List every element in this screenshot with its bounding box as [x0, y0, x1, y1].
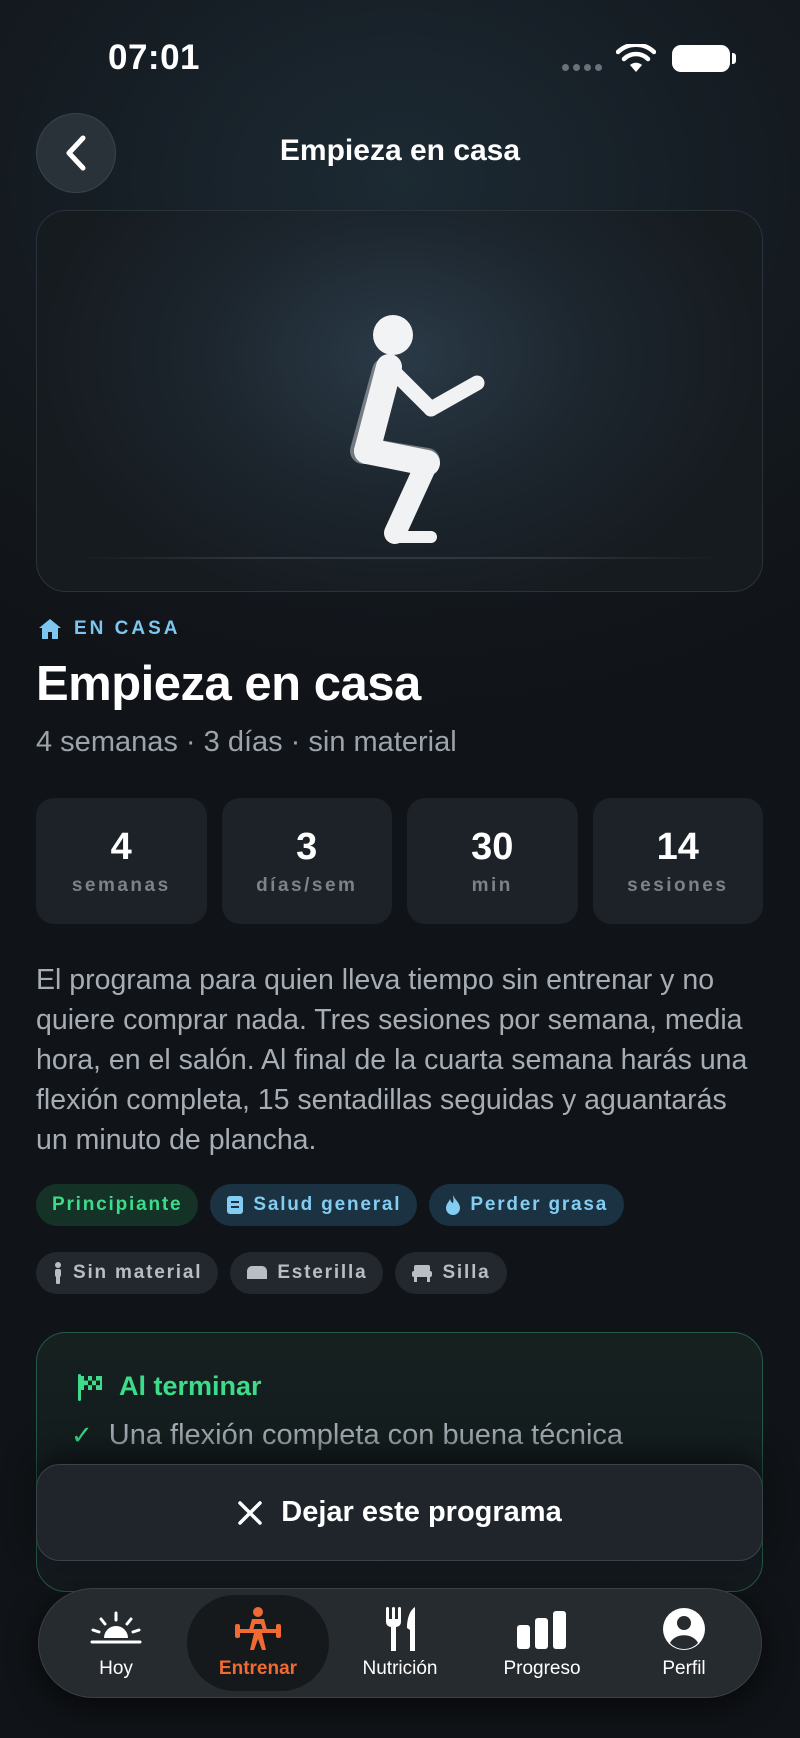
chip-goal-fat-loss: Perder grasa: [429, 1184, 625, 1226]
outcome-item: ✓ Una flexión completa con buena técnica: [71, 1419, 623, 1452]
exercise-animation: [36, 210, 763, 592]
stats-row: 4 semanas 3 días/sem 30 min 14 sesiones: [36, 798, 763, 924]
sunrise-icon: [90, 1611, 142, 1644]
stat-weeks: 4 semanas: [36, 798, 207, 924]
close-icon: [238, 1500, 263, 1525]
chip-label: Esterilla: [277, 1262, 368, 1283]
stat-unit: semanas: [71, 874, 171, 896]
leave-program-button[interactable]: Dejar este programa: [36, 1464, 763, 1561]
mat-icon: [247, 1266, 268, 1279]
tab-label: Entrenar: [218, 1658, 298, 1679]
status-time: 07:01: [108, 38, 201, 77]
fork-knife-icon: [386, 1607, 415, 1651]
tab-label: Hoy: [99, 1658, 133, 1679]
header-title: Empieza en casa: [279, 134, 521, 167]
leave-program-label: Dejar este programa: [281, 1496, 562, 1528]
stat-minutes: 30 min: [407, 798, 578, 924]
goal-chips: Principiante Salud general Perder grasa: [36, 1184, 625, 1226]
stat-value: 30: [471, 825, 514, 868]
program-title: Empieza en casa: [36, 657, 421, 711]
chip-label: Sin material: [73, 1262, 203, 1283]
checkmark-icon: ✓: [71, 1420, 93, 1450]
stat-days-per-week: 3 días/sem: [221, 798, 392, 924]
house-icon: [39, 619, 61, 639]
outcomes-heading-text: Al terminar: [119, 1371, 262, 1401]
stat-unit: min: [471, 874, 513, 896]
chip-mat: Esterilla: [230, 1252, 384, 1294]
category-tag: EN CASA: [38, 618, 181, 640]
person-standing-icon: [55, 1262, 61, 1284]
cellular-signal-icon: [562, 64, 602, 71]
tab-label: Perfil: [662, 1658, 706, 1679]
outcome-item-text: Una flexión completa con buena técnica: [108, 1419, 624, 1451]
chip-chair: Silla: [395, 1252, 507, 1294]
status-bar: 07:01: [0, 0, 800, 110]
battery-icon: [672, 45, 736, 72]
weightlifter-icon: [235, 1607, 281, 1650]
wifi-icon: [616, 44, 656, 72]
stat-value: 4: [110, 825, 132, 868]
chip-level: Principiante: [36, 1184, 199, 1226]
person-circle-icon: [663, 1608, 705, 1650]
equipment-chips: Sin material Esterilla Silla: [36, 1252, 507, 1294]
chip-label: Salud general: [253, 1194, 402, 1215]
program-subtitle: 4 semanas · 3 días · sin material: [36, 726, 457, 758]
tab-perfil[interactable]: Perfil: [613, 1595, 755, 1691]
chair-icon: [412, 1265, 433, 1282]
tab-bar: Hoy Entrenar Nutrición Progreso Perfil: [38, 1588, 762, 1698]
clipboard-icon: [227, 1196, 244, 1214]
stat-value: 14: [656, 825, 699, 868]
outcomes-heading: Al terminar: [75, 1371, 262, 1402]
squat-figure-illustration: [350, 315, 485, 544]
stat-unit: días/sem: [256, 874, 358, 896]
chip-goal-health: Salud general: [210, 1184, 418, 1226]
tab-hoy[interactable]: Hoy: [45, 1595, 187, 1691]
category-label: EN CASA: [74, 618, 181, 639]
stat-value: 3: [296, 825, 318, 868]
tab-nutricion[interactable]: Nutrición: [329, 1595, 471, 1691]
stat-unit: sesiones: [627, 874, 729, 896]
checkered-flag-icon: [78, 1373, 102, 1401]
tab-entrenar[interactable]: Entrenar: [187, 1595, 329, 1691]
bar-chart-icon: [517, 1611, 566, 1649]
tab-label: Progreso: [503, 1658, 581, 1679]
stat-sessions: 14 sesiones: [592, 798, 763, 924]
chip-no-equipment: Sin material: [36, 1252, 219, 1294]
tab-progreso[interactable]: Progreso: [471, 1595, 613, 1691]
tab-label: Nutrición: [362, 1658, 438, 1679]
flame-icon: [446, 1195, 461, 1215]
program-description: El programa para quien lleva tiempo sin …: [36, 964, 748, 1156]
chip-label: Silla: [442, 1262, 491, 1283]
chip-label: Perder grasa: [470, 1194, 609, 1215]
chip-label: Principiante: [52, 1194, 183, 1215]
